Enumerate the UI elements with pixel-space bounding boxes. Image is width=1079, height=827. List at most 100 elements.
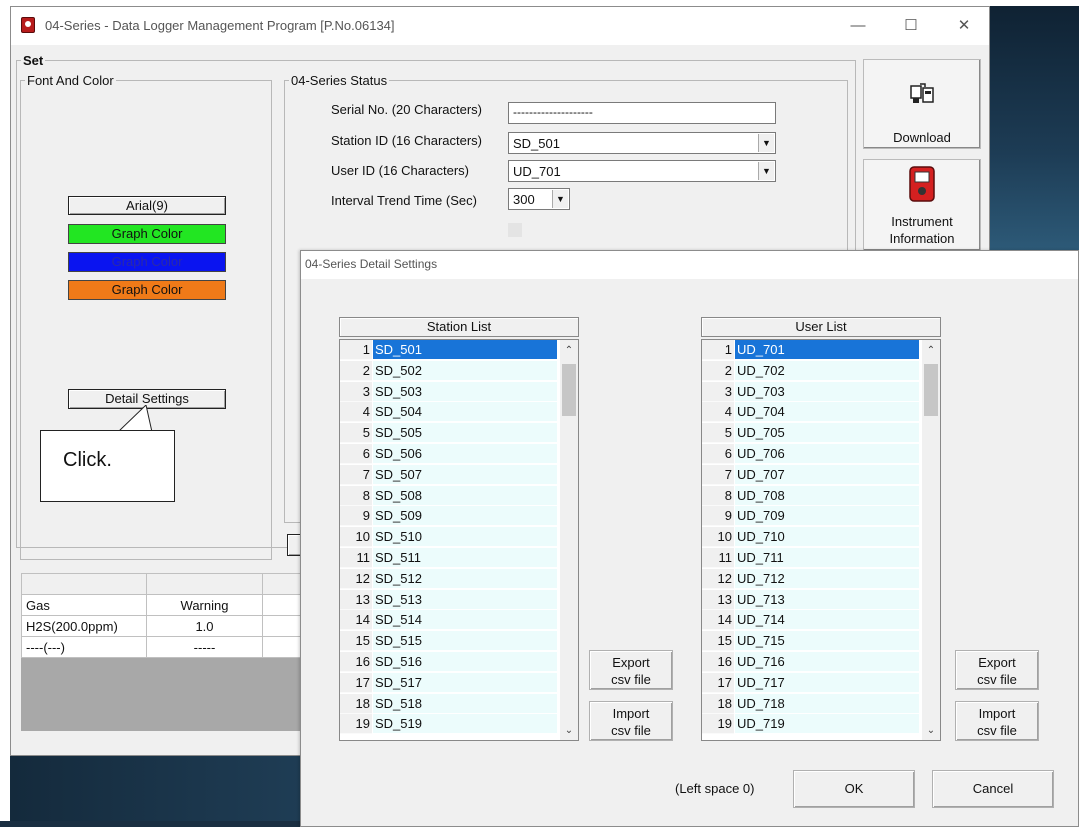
- maximize-button[interactable]: ☐: [896, 15, 926, 37]
- row-value[interactable]: UD_702: [735, 360, 919, 381]
- station-list-scrollbar[interactable]: ⌃ ⌄: [560, 340, 578, 740]
- row-value[interactable]: UD_715: [735, 631, 919, 652]
- row-value[interactable]: UD_703: [735, 381, 919, 402]
- list-item[interactable]: 5 UD_705: [702, 423, 922, 444]
- row-value[interactable]: UD_706: [735, 444, 919, 464]
- list-item[interactable]: 6 UD_706: [702, 444, 922, 465]
- list-item[interactable]: 14 UD_714: [702, 610, 922, 631]
- user-import-csv-button[interactable]: Import csv file: [955, 701, 1039, 741]
- list-item[interactable]: 1 UD_701: [702, 340, 922, 361]
- row-value[interactable]: SD_506: [373, 444, 557, 464]
- list-item[interactable]: 3 SD_503: [340, 381, 560, 403]
- row-value[interactable]: UD_705: [735, 423, 919, 444]
- row-value[interactable]: SD_514: [373, 610, 557, 631]
- list-item[interactable]: 3 UD_703: [702, 381, 922, 403]
- row-value[interactable]: SD_515: [373, 631, 557, 652]
- list-item[interactable]: 8 SD_508: [340, 485, 560, 507]
- row-value[interactable]: UD_707: [735, 464, 919, 485]
- list-item[interactable]: 18 UD_718: [702, 693, 922, 715]
- cancel-button[interactable]: Cancel: [932, 770, 1054, 808]
- list-item[interactable]: 7 UD_707: [702, 464, 922, 486]
- list-item[interactable]: 6 SD_506: [340, 444, 560, 465]
- list-item[interactable]: 12 SD_512: [340, 568, 560, 590]
- row-value[interactable]: SD_508: [373, 485, 557, 506]
- station-id-select[interactable]: SD_501 ▼: [508, 132, 776, 154]
- row-value[interactable]: SD_503: [373, 381, 557, 402]
- chevron-down-icon[interactable]: ▼: [552, 190, 568, 208]
- row-value[interactable]: SD_507: [373, 464, 557, 485]
- list-item[interactable]: 9 UD_709: [702, 506, 922, 527]
- graph-color-orange[interactable]: Graph Color: [68, 280, 226, 300]
- list-item[interactable]: 18 SD_518: [340, 693, 560, 715]
- list-item[interactable]: 9 SD_509: [340, 506, 560, 527]
- row-value[interactable]: SD_504: [373, 402, 557, 423]
- list-item[interactable]: 8 UD_708: [702, 485, 922, 507]
- list-item[interactable]: 19 UD_719: [702, 714, 922, 735]
- row-value[interactable]: SD_512: [373, 568, 557, 589]
- row-value[interactable]: UD_714: [735, 610, 919, 631]
- chevron-down-icon[interactable]: ▼: [758, 134, 774, 152]
- user-list[interactable]: 1 UD_701 2 UD_702 3 UD_703 4 UD_704 5 UD_705 6 UD_7…: [701, 339, 941, 741]
- row-value[interactable]: SD_502: [373, 360, 557, 381]
- list-item[interactable]: 7 SD_507: [340, 464, 560, 486]
- list-item[interactable]: 10 UD_710: [702, 527, 922, 548]
- ok-button[interactable]: OK: [793, 770, 915, 808]
- row-value[interactable]: SD_513: [373, 589, 557, 610]
- user-export-csv-button[interactable]: Export csv file: [955, 650, 1039, 690]
- list-item[interactable]: 4 SD_504: [340, 402, 560, 423]
- minimize-button[interactable]: —: [843, 15, 873, 37]
- list-item[interactable]: 16 UD_716: [702, 652, 922, 673]
- chevron-up-icon[interactable]: ⌃: [922, 342, 940, 360]
- chevron-down-icon[interactable]: ⌄: [922, 722, 940, 740]
- close-button[interactable]: ✕: [949, 15, 979, 37]
- user-id-select[interactable]: UD_701 ▼: [508, 160, 776, 182]
- list-item[interactable]: 13 UD_713: [702, 589, 922, 611]
- scroll-thumb[interactable]: [562, 364, 576, 416]
- list-item[interactable]: 17 UD_717: [702, 672, 922, 694]
- interval-select[interactable]: 300 ▼: [508, 188, 570, 210]
- list-item[interactable]: 10 SD_510: [340, 527, 560, 548]
- row-value[interactable]: SD_511: [373, 548, 557, 568]
- graph-color-green[interactable]: Graph Color: [68, 224, 226, 244]
- row-value[interactable]: UD_704: [735, 402, 919, 423]
- station-list[interactable]: 1 SD_501 2 SD_502 3 SD_503 4 SD_504 5 SD_505 6 SD_5…: [339, 339, 579, 741]
- row-value[interactable]: SD_501: [373, 340, 557, 360]
- list-item[interactable]: 4 UD_704: [702, 402, 922, 423]
- list-item[interactable]: 11 UD_711: [702, 548, 922, 569]
- row-value[interactable]: SD_509: [373, 506, 557, 527]
- row-value[interactable]: SD_516: [373, 652, 557, 672]
- list-item[interactable]: 2 UD_702: [702, 360, 922, 382]
- row-value[interactable]: UD_716: [735, 652, 919, 672]
- row-value[interactable]: UD_712: [735, 568, 919, 589]
- graph-color-blue[interactable]: Graph Color: [68, 252, 226, 272]
- row-value[interactable]: SD_519: [373, 714, 557, 735]
- user-list-scrollbar[interactable]: ⌃ ⌄: [922, 340, 940, 740]
- list-item[interactable]: 15 SD_515: [340, 631, 560, 652]
- row-value[interactable]: UD_713: [735, 589, 919, 610]
- row-value[interactable]: UD_701: [735, 340, 919, 360]
- download-button[interactable]: Download: [863, 59, 981, 149]
- chevron-down-icon[interactable]: ▼: [758, 162, 774, 180]
- station-import-csv-button[interactable]: Import csv file: [589, 701, 673, 741]
- station-export-csv-button[interactable]: Export csv file: [589, 650, 673, 690]
- serial-field[interactable]: --------------------: [508, 102, 776, 124]
- list-item[interactable]: 19 SD_519: [340, 714, 560, 735]
- row-value[interactable]: UD_719: [735, 714, 919, 735]
- row-value[interactable]: SD_517: [373, 672, 557, 693]
- row-value[interactable]: SD_518: [373, 693, 557, 714]
- list-item[interactable]: 16 SD_516: [340, 652, 560, 673]
- row-value[interactable]: SD_510: [373, 527, 557, 548]
- list-item[interactable]: 13 SD_513: [340, 589, 560, 611]
- font-button[interactable]: Arial(9): [68, 196, 226, 215]
- list-item[interactable]: 17 SD_517: [340, 672, 560, 694]
- scroll-thumb[interactable]: [924, 364, 938, 416]
- row-value[interactable]: UD_709: [735, 506, 919, 527]
- list-item[interactable]: 1 SD_501: [340, 340, 560, 361]
- row-value[interactable]: UD_710: [735, 527, 919, 548]
- list-item[interactable]: 5 SD_505: [340, 423, 560, 444]
- list-item[interactable]: 12 UD_712: [702, 568, 922, 590]
- row-value[interactable]: UD_711: [735, 548, 919, 568]
- list-item[interactable]: 11 SD_511: [340, 548, 560, 569]
- chevron-down-icon[interactable]: ⌄: [560, 722, 578, 740]
- chevron-up-icon[interactable]: ⌃: [560, 342, 578, 360]
